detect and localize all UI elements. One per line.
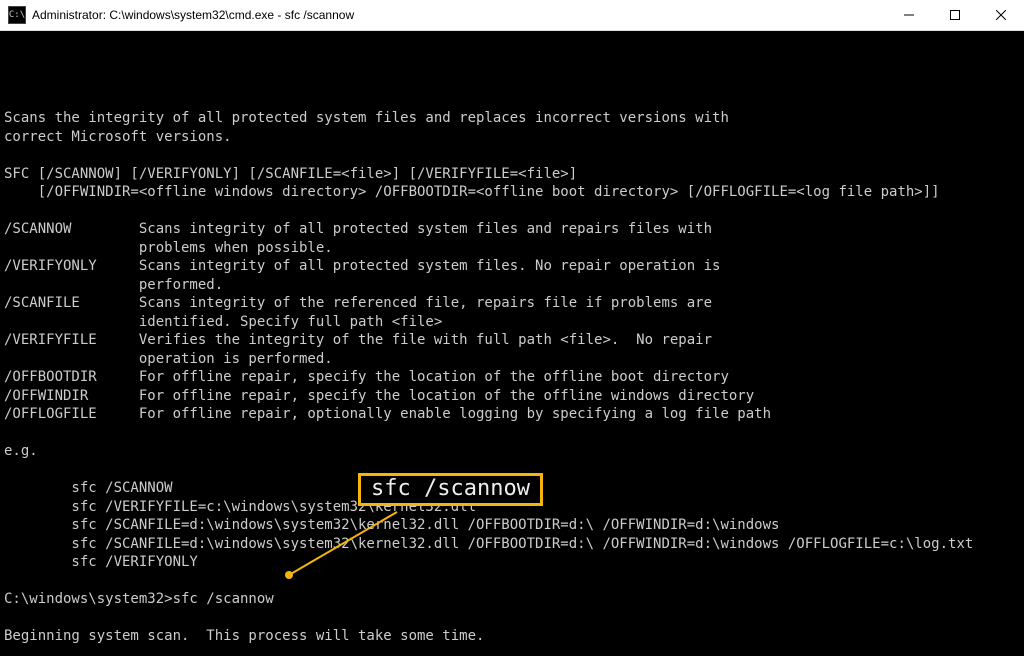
console-line: /OFFBOOTDIR For offline repair, specify … (4, 368, 1020, 387)
console-line (4, 572, 1020, 591)
console-line: Scans the integrity of all protected sys… (4, 109, 1020, 128)
cmd-window: C:\ Administrator: C:\windows\system32\c… (0, 0, 1024, 656)
maximize-button[interactable] (932, 0, 978, 30)
annotation-dot (285, 571, 293, 579)
console-line: problems when possible. (4, 239, 1020, 258)
console-line: /VERIFYFILE Verifies the integrity of th… (4, 331, 1020, 350)
console-line: e.g. (4, 442, 1020, 461)
console-line: sfc /SCANFILE=d:\windows\system32\kernel… (4, 516, 1020, 535)
console-line: /SCANFILE Scans integrity of the referen… (4, 294, 1020, 313)
console-line: correct Microsoft versions. (4, 128, 1020, 147)
console-line (4, 202, 1020, 221)
console-line (4, 609, 1020, 628)
console-line: /OFFWINDIR For offline repair, specify t… (4, 387, 1020, 406)
console-line: performed. (4, 276, 1020, 295)
console-line: [/OFFWINDIR=<offline windows directory> … (4, 183, 1020, 202)
minimize-button[interactable] (886, 0, 932, 30)
console-line: /VERIFYONLY Scans integrity of all prote… (4, 257, 1020, 276)
console-line: /SCANNOW Scans integrity of all protecte… (4, 220, 1020, 239)
window-title: Administrator: C:\windows\system32\cmd.e… (32, 8, 886, 22)
titlebar: C:\ Administrator: C:\windows\system32\c… (0, 0, 1024, 31)
close-button[interactable] (978, 0, 1024, 30)
console-line (4, 146, 1020, 165)
console-line: operation is performed. (4, 350, 1020, 369)
console-line: identified. Specify full path <file> (4, 313, 1020, 332)
console-line: Beginning system scan. This process will… (4, 627, 1020, 646)
console-line (4, 91, 1020, 110)
console-line: SFC [/SCANNOW] [/VERIFYONLY] [/SCANFILE=… (4, 165, 1020, 184)
cmd-icon: C:\ (8, 6, 26, 24)
console-line: C:\windows\system32>sfc /scannow (4, 590, 1020, 609)
console-output[interactable]: Scans the integrity of all protected sys… (0, 31, 1024, 656)
annotation-callout: sfc /scannow (358, 473, 543, 506)
console-line: sfc /VERIFYONLY (4, 553, 1020, 572)
console-line (4, 424, 1020, 443)
console-line: /OFFLOGFILE For offline repair, optional… (4, 405, 1020, 424)
console-line: sfc /SCANFILE=d:\windows\system32\kernel… (4, 535, 1020, 554)
console-line (4, 646, 1020, 656)
